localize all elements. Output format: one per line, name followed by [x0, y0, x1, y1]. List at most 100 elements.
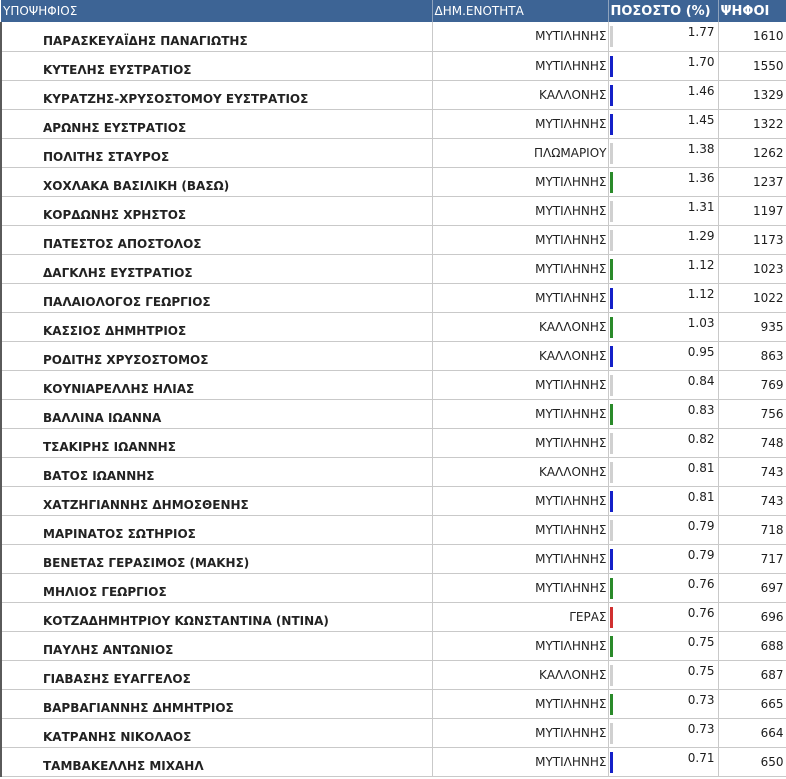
candidate-name: ΚΥΡΑΤΖΗΣ-ΧΡΥΣΟΣΤΟΜΟΥ ΕΥΣΤΡΑΤΙΟΣ — [0, 80, 433, 110]
district-cell: ΠΛΩΜΑΡΙΟΥ — [432, 138, 609, 168]
district-cell: ΜΥΤΙΛΗΝΗΣ — [432, 515, 609, 545]
percent-value: 0.81 — [687, 460, 715, 475]
votes-cell: 1262 — [718, 138, 786, 168]
candidate-name: ΔΑΓΚΛΗΣ ΕΥΣΤΡΑΤΙΟΣ — [0, 254, 433, 284]
table-row: ΠΑΡΑΣΚΕΥΑΪΔΗΣ ΠΑΝΑΓΙΩΤΗΣ ΜΥΤΙΛΗΝΗΣ 1.77 161… — [0, 22, 786, 52]
percent-cell: 0.76 — [608, 602, 719, 632]
candidate-name: ΚΟΡΔΩΝΗΣ ΧΡΗΣΤΟΣ — [0, 196, 433, 226]
district-cell: ΓΕΡΑΣ — [432, 602, 609, 632]
candidate-name: ΡΟΔΙΤΗΣ ΧΡΥΣΟΣΤΟΜΟΣ — [0, 341, 433, 371]
district-cell: ΜΥΤΙΛΗΝΗΣ — [432, 573, 609, 603]
candidate-name: ΚΟΤΖΑΔΗΜΗΤΡΙΟΥ ΚΩΝΣΤΑΝΤΙΝΑ (ΝΤΙΝΑ) — [0, 602, 433, 632]
percent-bar — [609, 751, 613, 773]
percent-cell: 1.45 — [608, 109, 719, 139]
percent-cell: 0.75 — [608, 660, 719, 690]
candidate-name: ΠΑΥΛΗΣ ΑΝΤΩΝΙΟΣ — [0, 631, 433, 661]
candidate-name: ΧΟΧΛΑΚΑ ΒΑΣΙΛΙΚΗ (ΒΑΣΩ) — [0, 167, 433, 197]
district-cell: ΜΥΤΙΛΗΝΗΣ — [432, 747, 609, 777]
percent-bar — [609, 490, 613, 512]
table-row: ΧΑΤΖΗΓΙΑΝΝΗΣ ΔΗΜΟΣΘΕΝΗΣ ΜΥΤΙΛΗΝΗΣ 0.81 743 — [0, 486, 786, 516]
percent-value: 1.03 — [687, 315, 715, 330]
percent-cell: 1.29 — [608, 225, 719, 255]
district-cell: ΜΥΤΙΛΗΝΗΣ — [432, 428, 609, 458]
percent-cell: 0.82 — [608, 428, 719, 458]
table-row: ΧΟΧΛΑΚΑ ΒΑΣΙΛΙΚΗ (ΒΑΣΩ) ΜΥΤΙΛΗΝΗΣ 1.36 1237 — [0, 167, 786, 197]
percent-cell: 0.79 — [608, 544, 719, 574]
votes-cell: 863 — [718, 341, 786, 371]
votes-cell: 1023 — [718, 254, 786, 284]
table-row: ΚΥΡΑΤΖΗΣ-ΧΡΥΣΟΣΤΟΜΟΥ ΕΥΣΤΡΑΤΙΟΣ ΚΑΛΛΟΝΗΣ 1… — [0, 80, 786, 110]
district-cell: ΜΥΤΙΛΗΝΗΣ — [432, 631, 609, 661]
percent-value: 1.12 — [687, 286, 715, 301]
percent-value: 0.79 — [687, 547, 715, 562]
percent-value: 0.75 — [687, 634, 715, 649]
table-row: ΚΑΣΣΙΟΣ ΔΗΜΗΤΡΙΟΣ ΚΑΛΛΟΝΗΣ 1.03 935 — [0, 312, 786, 342]
column-header-votes[interactable]: ΨΗΦΟΙ — [718, 0, 786, 22]
percent-cell: 1.31 — [608, 196, 719, 226]
district-cell: ΜΥΤΙΛΗΝΗΣ — [432, 544, 609, 574]
percent-cell: 0.71 — [608, 747, 719, 777]
votes-cell: 769 — [718, 370, 786, 400]
table-header: ΥΠΟΨΗΦΙΟΣ ΔΗΜ.ΕΝΟΤΗΤΑ ΠΟΣΟΣΤΟ (%) ΨΗΦΟΙ — [1, 0, 786, 22]
candidate-name: ΒΑΡΒΑΓΙΑΝΝΗΣ ΔΗΜΗΤΡΙΟΣ — [0, 689, 433, 719]
percent-cell: 0.79 — [608, 515, 719, 545]
votes-cell: 1237 — [718, 167, 786, 197]
district-cell: ΜΥΤΙΛΗΝΗΣ — [432, 196, 609, 226]
percent-value: 0.76 — [687, 576, 715, 591]
percent-bar — [609, 345, 613, 367]
candidate-name: ΠΑΛΑΙΟΛΟΓΟΣ ΓΕΩΡΓΙΟΣ — [0, 283, 433, 313]
percent-bar — [609, 142, 613, 164]
district-cell: ΜΥΤΙΛΗΝΗΣ — [432, 167, 609, 197]
district-cell: ΜΥΤΙΛΗΝΗΣ — [432, 225, 609, 255]
candidate-name: ΒΕΝΕΤΑΣ ΓΕΡΑΣΙΜΟΣ (ΜΑΚΗΣ) — [0, 544, 433, 574]
candidate-name: ΤΣΑΚΙΡΗΣ ΙΩΑΝΝΗΣ — [0, 428, 433, 458]
candidate-name: ΜΑΡΙΝΑΤΟΣ ΣΩΤΗΡΙΟΣ — [0, 515, 433, 545]
votes-cell: 1329 — [718, 80, 786, 110]
district-cell: ΜΥΤΙΛΗΝΗΣ — [432, 51, 609, 81]
percent-value: 1.29 — [687, 228, 715, 243]
district-cell: ΜΥΤΙΛΗΝΗΣ — [432, 399, 609, 429]
percent-cell: 0.83 — [608, 399, 719, 429]
table-row: ΔΑΓΚΛΗΣ ΕΥΣΤΡΑΤΙΟΣ ΜΥΤΙΛΗΝΗΣ 1.12 1023 — [0, 254, 786, 284]
percent-bar — [609, 229, 613, 251]
column-header-candidate[interactable]: ΥΠΟΨΗΦΙΟΣ — [1, 0, 433, 22]
table-row: ΚΟΤΖΑΔΗΜΗΤΡΙΟΥ ΚΩΝΣΤΑΝΤΙΝΑ (ΝΤΙΝΑ) ΓΕΡΑΣ 0… — [0, 602, 786, 632]
candidate-name: ΜΗΛΙΟΣ ΓΕΩΡΓΙΟΣ — [0, 573, 433, 603]
votes-cell: 743 — [718, 457, 786, 487]
percent-value: 0.79 — [687, 518, 715, 533]
district-cell: ΜΥΤΙΛΗΝΗΣ — [432, 254, 609, 284]
table-row: ΚΟΡΔΩΝΗΣ ΧΡΗΣΤΟΣ ΜΥΤΙΛΗΝΗΣ 1.31 1197 — [0, 196, 786, 226]
percent-value: 1.45 — [687, 112, 715, 127]
candidate-name: ΒΑΤΟΣ ΙΩΑΝΝΗΣ — [0, 457, 433, 487]
percent-bar — [609, 113, 613, 135]
table-row: ΑΡΩΝΗΣ ΕΥΣΤΡΑΤΙΟΣ ΜΥΤΙΛΗΝΗΣ 1.45 1322 — [0, 109, 786, 139]
results-table: ΥΠΟΨΗΦΙΟΣ ΔΗΜ.ΕΝΟΤΗΤΑ ΠΟΣΟΣΤΟ (%) ΨΗΦΟΙ … — [0, 0, 786, 777]
percent-cell: 0.84 — [608, 370, 719, 400]
percent-bar — [609, 664, 613, 686]
percent-cell: 1.77 — [608, 22, 719, 52]
percent-value: 1.46 — [687, 83, 715, 98]
percent-cell: 0.95 — [608, 341, 719, 371]
district-cell: ΜΥΤΙΛΗΝΗΣ — [432, 22, 609, 52]
candidate-name: ΠΟΛΙΤΗΣ ΣΤΑΥΡΟΣ — [0, 138, 433, 168]
percent-bar — [609, 200, 613, 222]
table-row: ΚΟΥΝΙΑΡΕΛΛΗΣ ΗΛΙΑΣ ΜΥΤΙΛΗΝΗΣ 0.84 769 — [0, 370, 786, 400]
percent-value: 0.73 — [687, 692, 715, 707]
percent-value: 0.83 — [687, 402, 715, 417]
votes-cell: 687 — [718, 660, 786, 690]
table-row: ΒΑΡΒΑΓΙΑΝΝΗΣ ΔΗΜΗΤΡΙΟΣ ΜΥΤΙΛΗΝΗΣ 0.73 665 — [0, 689, 786, 719]
column-header-percent[interactable]: ΠΟΣΟΣΤΟ (%) — [608, 0, 719, 22]
table-row: ΒΕΝΕΤΑΣ ΓΕΡΑΣΙΜΟΣ (ΜΑΚΗΣ) ΜΥΤΙΛΗΝΗΣ 0.79 71… — [0, 544, 786, 574]
percent-bar — [609, 26, 613, 47]
district-cell: ΜΥΤΙΛΗΝΗΣ — [432, 718, 609, 748]
district-cell: ΚΑΛΛΟΝΗΣ — [432, 80, 609, 110]
table-row: ΚΥΤΕΛΗΣ ΕΥΣΤΡΑΤΙΟΣ ΜΥΤΙΛΗΝΗΣ 1.70 1550 — [0, 51, 786, 81]
table-body: ΠΑΡΑΣΚΕΥΑΪΔΗΣ ΠΑΝΑΓΙΩΤΗΣ ΜΥΤΙΛΗΝΗΣ 1.77 161… — [0, 22, 786, 777]
district-cell: ΚΑΛΛΟΝΗΣ — [432, 660, 609, 690]
percent-bar — [609, 374, 613, 396]
table-row: ΡΟΔΙΤΗΣ ΧΡΥΣΟΣΤΟΜΟΣ ΚΑΛΛΟΝΗΣ 0.95 863 — [0, 341, 786, 371]
percent-value: 0.84 — [687, 373, 715, 388]
votes-cell: 696 — [718, 602, 786, 632]
percent-cell: 1.03 — [608, 312, 719, 342]
column-header-district[interactable]: ΔΗΜ.ΕΝΟΤΗΤΑ — [432, 0, 609, 22]
